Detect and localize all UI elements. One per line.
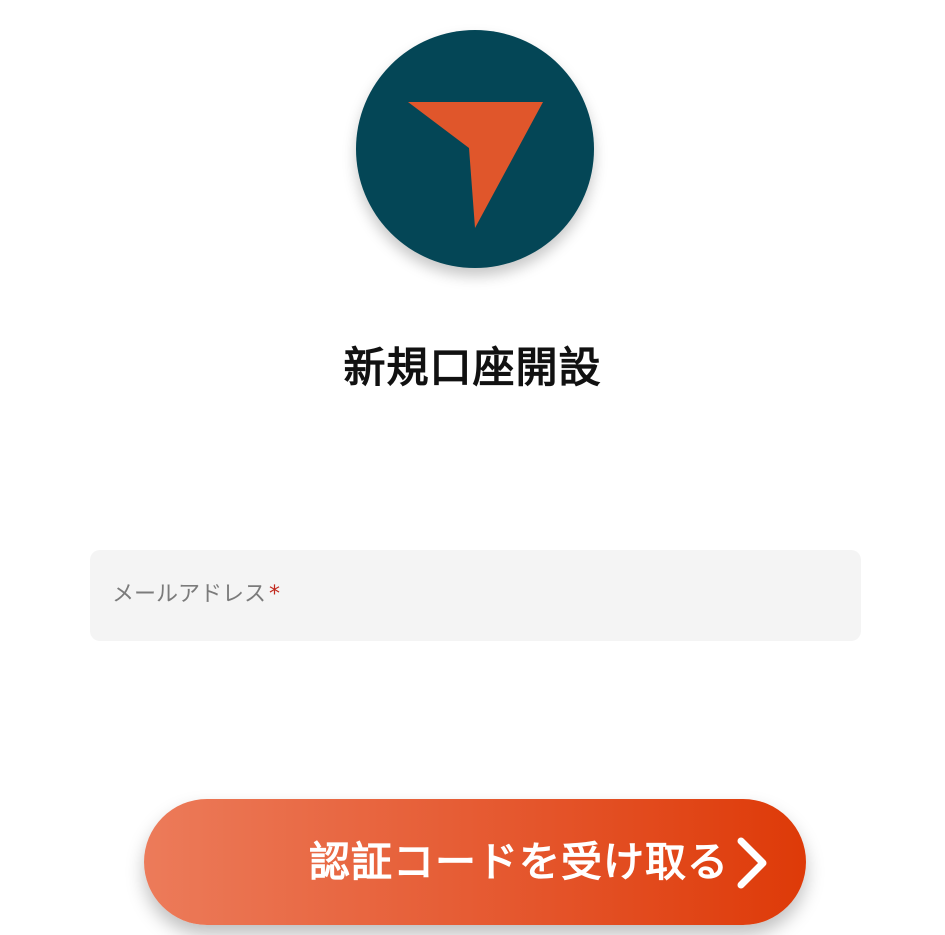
brand-logo (356, 30, 594, 268)
email-input[interactable] (90, 550, 861, 641)
paper-plane-arrow-icon (408, 102, 543, 228)
chevron-right-icon (737, 837, 767, 889)
page-title: 新規口座開設 (343, 343, 602, 392)
get-verification-code-button[interactable]: 認証コードを受け取る (144, 799, 806, 925)
submit-button-label: 認証コードを受け取る (309, 838, 729, 886)
signup-page: 新規口座開設 メールアドレス * 認証コードを受け取る (0, 0, 945, 935)
email-field[interactable]: メールアドレス * (90, 550, 861, 641)
